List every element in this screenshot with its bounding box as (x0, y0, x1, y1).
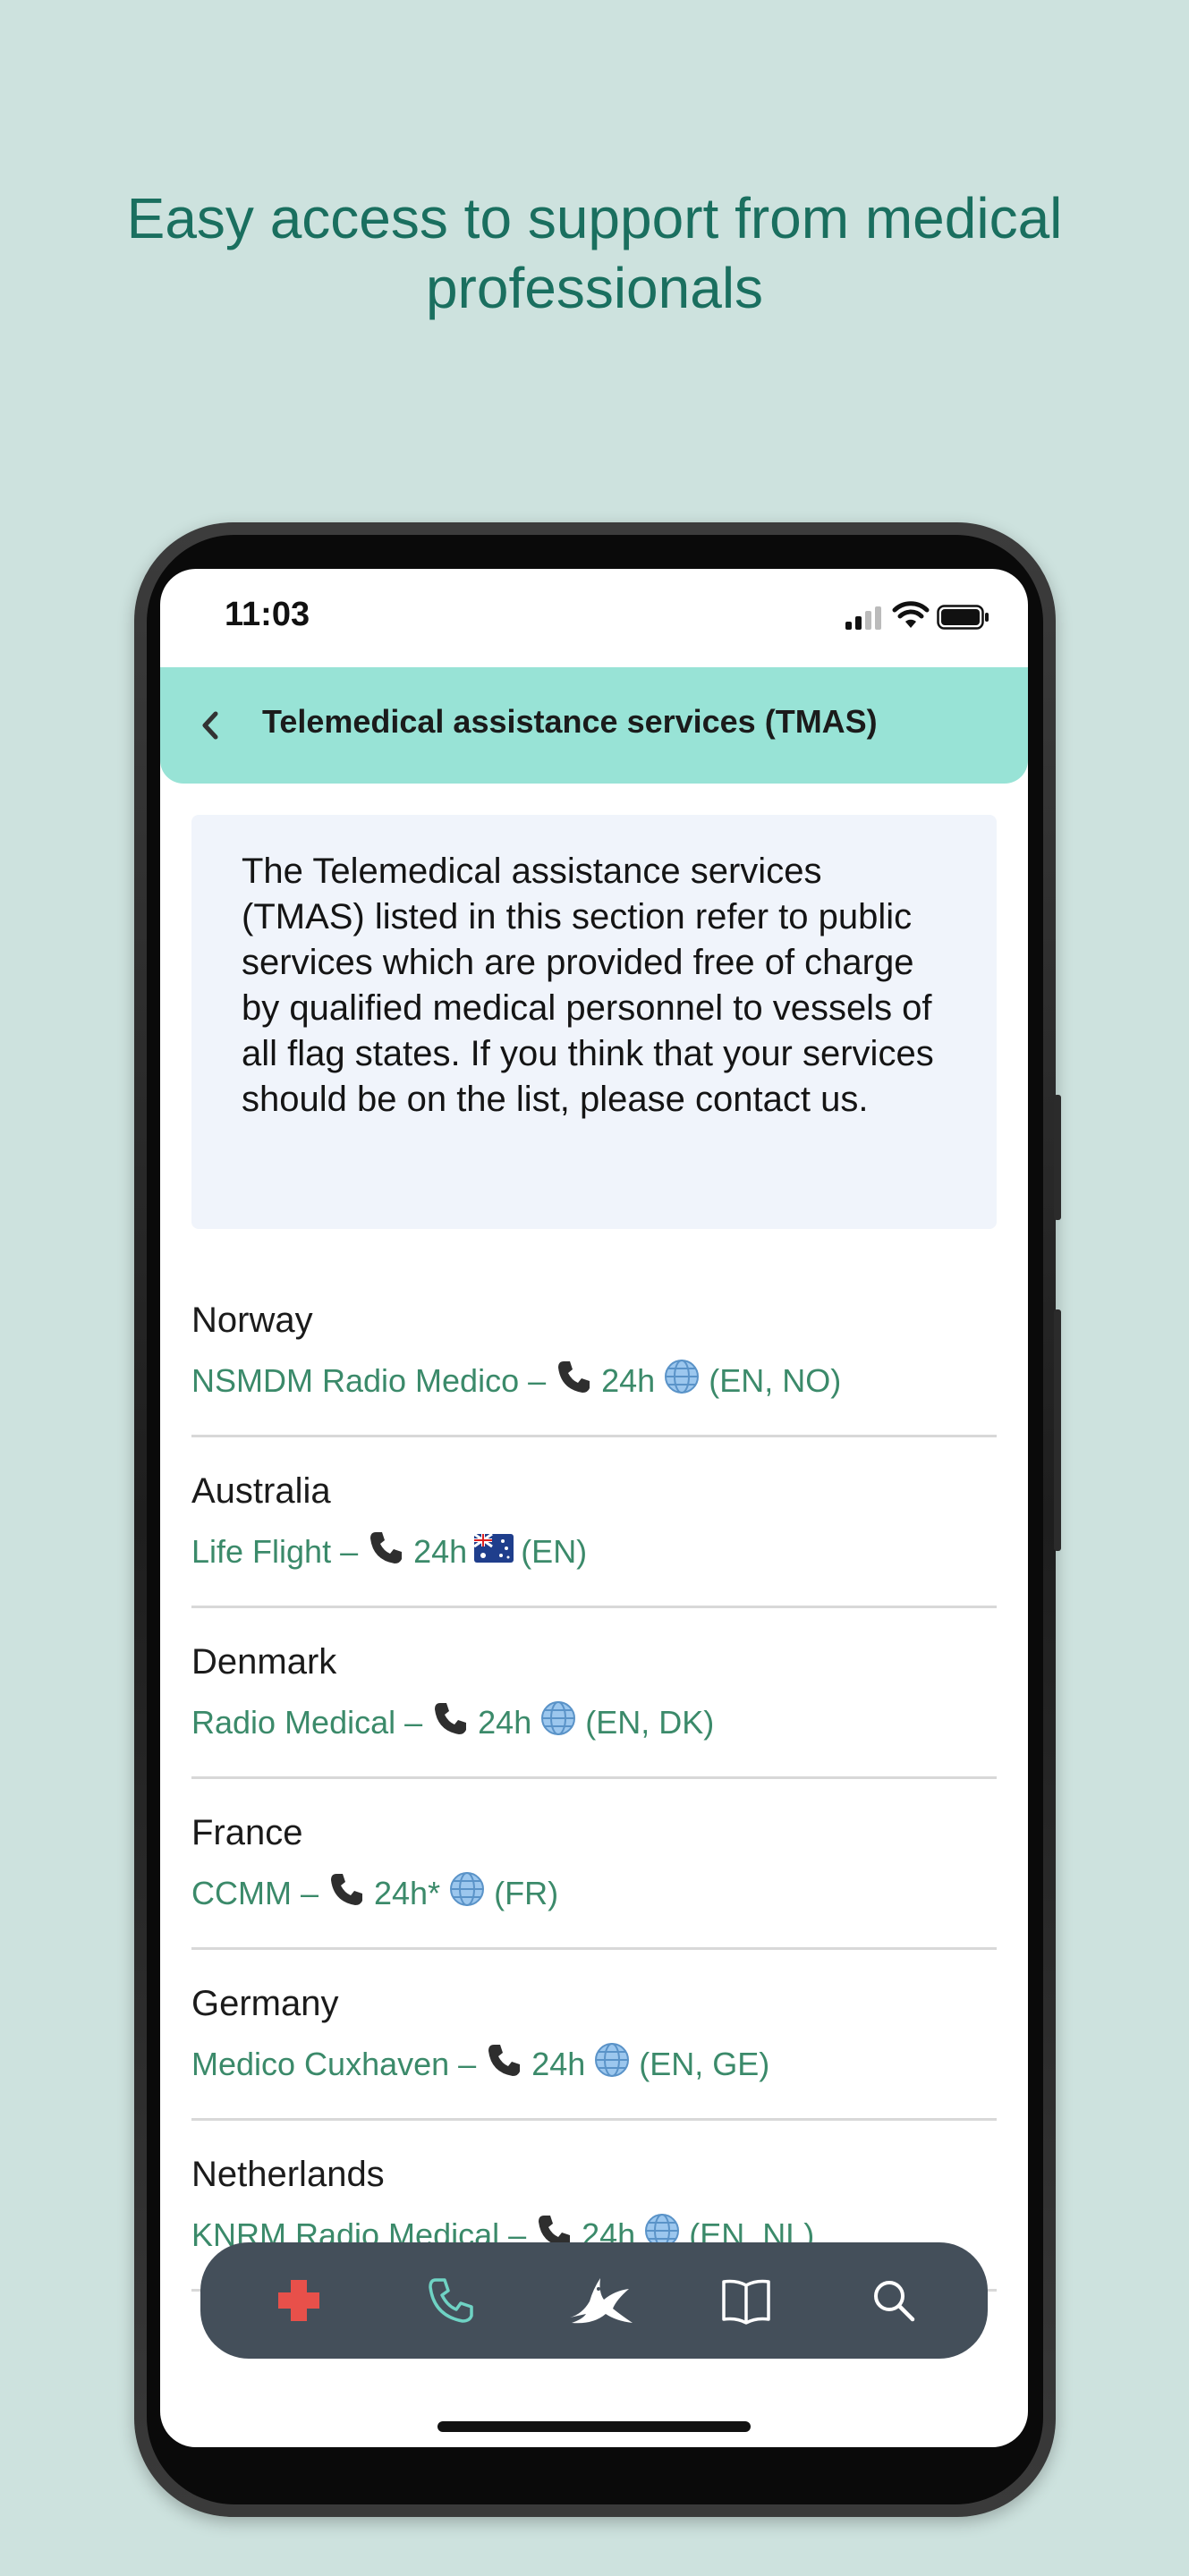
country-name: Norway (191, 1301, 313, 1340)
service-hours: 24h (601, 1361, 656, 1399)
service-line[interactable]: Life Flight – 24h (EN) (191, 1527, 587, 1576)
service-hours: 24h (478, 1703, 532, 1741)
service-name: CCMM (191, 1874, 292, 1911)
service-name: Medico Cuxhaven (191, 2045, 450, 2082)
headline: Easy access to support from medical prof… (126, 186, 1063, 320)
signal-icon (845, 606, 883, 630)
search-icon[interactable] (862, 2269, 925, 2332)
country-name: France (191, 1813, 303, 1852)
service-name: Life Flight (191, 1532, 332, 1570)
service-name: Radio Medical (191, 1703, 396, 1741)
service-line[interactable]: CCMM – 24h* (FR) (191, 1868, 558, 1918)
phone-icon[interactable] (420, 2269, 482, 2332)
status-bar: 11:03 (160, 569, 1028, 667)
service-line[interactable]: NSMDM Radio Medico – 24h (EN, NO) (191, 1356, 841, 1405)
separator: – (300, 1874, 319, 1911)
separator: – (458, 2045, 477, 2082)
list-item[interactable]: Denmark Radio Medical – 24h (EN, DK) (191, 1608, 997, 1779)
list-item[interactable]: France CCMM – 24h* (FR) (191, 1779, 997, 1950)
book-icon[interactable] (715, 2269, 777, 2332)
phone-icon (553, 1356, 594, 1405)
service-name: NSMDM Radio Medico (191, 1361, 520, 1399)
country-name: Netherlands (191, 2155, 385, 2194)
phone-icon (365, 1527, 406, 1576)
globe-icon (662, 1357, 701, 1404)
separator: – (528, 1361, 547, 1399)
back-icon[interactable] (189, 703, 234, 748)
phone-frame: 11:03 Telemedical assistance services (T… (134, 522, 1061, 2517)
service-languages: (EN, NO) (709, 1361, 842, 1399)
globe-icon (539, 1699, 578, 1746)
info-text: The Telemedical assistance services (TMA… (242, 852, 934, 1119)
status-time: 11:03 (225, 596, 310, 633)
service-hours: 24h (531, 2045, 586, 2082)
medical-cross-icon[interactable] (268, 2269, 330, 2332)
list-item[interactable]: Germany Medico Cuxhaven – 24h (EN, GE) (191, 1950, 997, 2121)
service-languages: (EN) (521, 1532, 588, 1570)
phone-side-button (1054, 1095, 1061, 1220)
page-title: Telemedical assistance services (TMAS) (262, 703, 878, 740)
service-hours: 24h (413, 1532, 468, 1570)
globe-icon (447, 1869, 487, 1917)
list-item[interactable]: Australia Life Flight – 24h (EN) (191, 1437, 997, 1608)
battery-icon (937, 605, 989, 630)
service-line[interactable]: Medico Cuxhaven – 24h (EN, GE) (191, 2039, 769, 2089)
phone-icon (429, 1698, 471, 1747)
country-name: Australia (191, 1471, 331, 1511)
app-screen: 11:03 Telemedical assistance services (T… (160, 569, 1028, 2447)
separator: – (404, 1703, 423, 1741)
app-header: Telemedical assistance services (TMAS) (160, 667, 1028, 784)
bottom-nav (200, 2242, 988, 2359)
tmas-list: Norway NSMDM Radio Medico –24h (EN, NO) Aust… (191, 1267, 997, 2292)
country-name: Denmark (191, 1642, 337, 1682)
info-box: The Telemedical assistance services (TMA… (191, 815, 997, 1229)
separator: – (340, 1532, 359, 1570)
service-languages: (EN, DK) (585, 1703, 715, 1741)
swallow-icon[interactable] (563, 2269, 634, 2332)
service-languages: (EN, GE) (639, 2045, 770, 2082)
globe-icon (592, 2040, 632, 2088)
country-name: Germany (191, 1984, 339, 2023)
service-line[interactable]: Radio Medical – 24h (EN, DK) (191, 1698, 714, 1747)
phone-side-button (1054, 1309, 1061, 1551)
service-hours: 24h* (374, 1874, 441, 1911)
phone-icon (326, 1868, 367, 1918)
wifi-icon (892, 601, 930, 628)
australia-flag-icon (473, 1532, 514, 1571)
phone-icon (483, 2039, 524, 2089)
service-languages: (FR) (494, 1874, 559, 1911)
list-item[interactable]: Norway NSMDM Radio Medico – 24h (EN, NO) (191, 1267, 997, 1437)
home-indicator (437, 2421, 751, 2432)
